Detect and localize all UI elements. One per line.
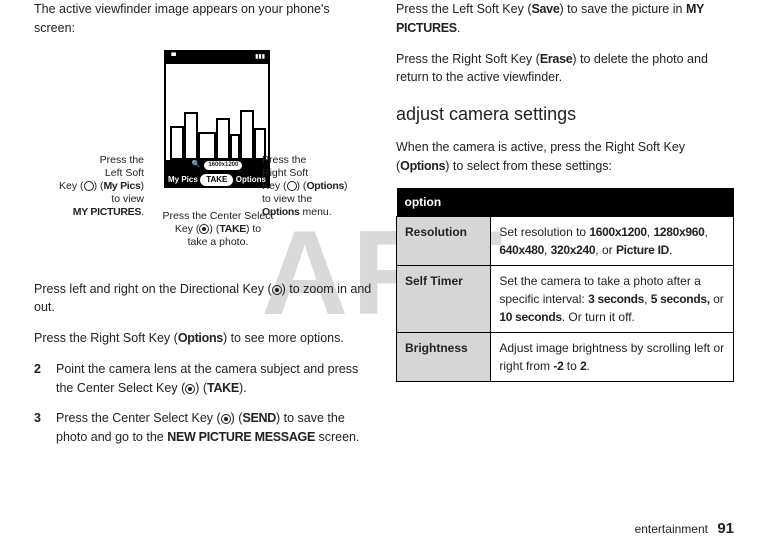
softkey-center: TAKE xyxy=(200,174,233,186)
viewfinder-area xyxy=(166,64,268,160)
center-key-icon xyxy=(199,224,209,234)
center-key-icon xyxy=(221,414,231,424)
softkey-left: My Pics xyxy=(168,174,198,186)
directional-key-icon xyxy=(272,285,282,295)
table-row: Resolution Set resolution to 1600x1200, … xyxy=(397,216,734,265)
options-table-header: option xyxy=(397,188,734,217)
signal-icon: ▝▘ xyxy=(169,53,178,62)
resolution-row: 🔍 1600x1200 xyxy=(166,160,268,172)
step-text: Press the Center Select Key () (SEND) to… xyxy=(56,409,372,447)
step-text: Point the camera lens at the camera subj… xyxy=(56,360,372,398)
zoom-instruction: Press left and right on the Directional … xyxy=(34,280,372,318)
left-column: The active viewfinder image appears on y… xyxy=(34,0,372,459)
right-column: Press the Left Soft Key (Save) to save t… xyxy=(396,0,734,459)
save-instruction: Press the Left Soft Key (Save) to save t… xyxy=(396,0,734,38)
ring-icon xyxy=(84,181,94,191)
status-bar: ▝▘ ▮▮▮ xyxy=(166,52,268,64)
callout-left-softkey: Press the Left Soft Key () (My Pics) to … xyxy=(34,154,144,220)
viewfinder-figure: ▝▘ ▮▮▮ 🔍 1600x1200 My Pics TAKE Optio xyxy=(34,50,372,270)
callout-center-key: Press the Center Select Key () (TAKE) to… xyxy=(130,210,306,249)
step-2: 2 Point the camera lens at the camera su… xyxy=(34,360,372,398)
step-3: 3 Press the Center Select Key () (SEND) … xyxy=(34,409,372,447)
option-label: Self Timer xyxy=(397,265,491,332)
resolution-pill: 1600x1200 xyxy=(204,161,242,170)
center-key-icon xyxy=(185,384,195,394)
erase-instruction: Press the Right Soft Key (Erase) to dele… xyxy=(396,50,734,88)
step-number: 3 xyxy=(34,409,46,447)
option-desc: Adjust image brightness by scrolling lef… xyxy=(491,332,734,381)
page-content: The active viewfinder image appears on y… xyxy=(0,0,768,467)
zoom-icon: 🔍 xyxy=(192,160,201,171)
ring-icon xyxy=(287,181,297,191)
battery-icon: ▮▮▮ xyxy=(255,53,265,62)
page-footer: entertainment 91 xyxy=(635,518,734,541)
option-desc: Set resolution to 1600x1200, 1280x960, 6… xyxy=(491,216,734,265)
option-label: Resolution xyxy=(397,216,491,265)
page-number: 91 xyxy=(717,520,734,537)
viewfinder-intro: The active viewfinder image appears on y… xyxy=(34,0,372,38)
section-heading: adjust camera settings xyxy=(396,101,734,128)
settings-intro: When the camera is active, press the Rig… xyxy=(396,138,734,176)
step-number: 2 xyxy=(34,360,46,398)
option-desc: Set the camera to take a photo after a s… xyxy=(491,265,734,332)
options-instruction: Press the Right Soft Key (Options) to se… xyxy=(34,329,372,348)
skyline-illustration xyxy=(166,106,268,160)
table-row: Self Timer Set the camera to take a phot… xyxy=(397,265,734,332)
option-label: Brightness xyxy=(397,332,491,381)
options-table: option Resolution Set resolution to 1600… xyxy=(396,188,734,382)
softkey-row: My Pics TAKE Options xyxy=(166,172,268,188)
section-name: entertainment xyxy=(635,522,708,536)
phone-screen: ▝▘ ▮▮▮ 🔍 1600x1200 My Pics TAKE Optio xyxy=(164,50,270,188)
table-row: Brightness Adjust image brightness by sc… xyxy=(397,332,734,381)
